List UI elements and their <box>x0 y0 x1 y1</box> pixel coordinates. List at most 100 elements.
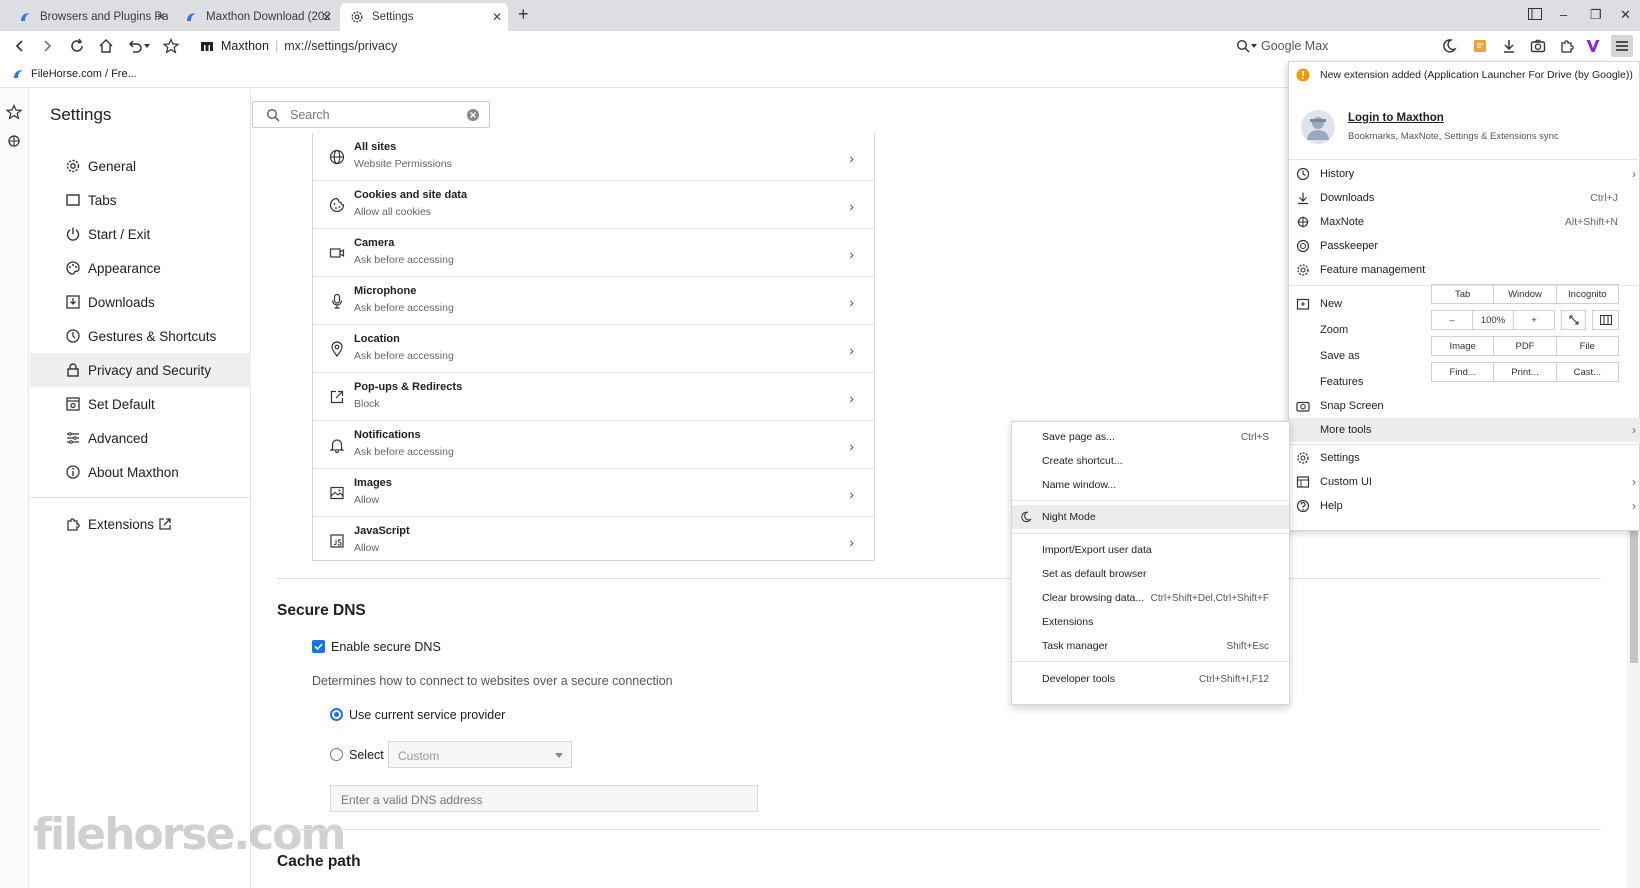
new-tab-option[interactable]: Tab <box>1432 285 1495 303</box>
zoom-out-button[interactable]: – <box>1432 311 1473 329</box>
tab-list-icon[interactable] <box>1528 8 1542 20</box>
extensions-button[interactable] <box>1558 37 1576 55</box>
find-option[interactable]: Find... <box>1432 363 1495 381</box>
menu-item-more-tools[interactable]: More tools › <box>1289 418 1640 442</box>
zoom-in-button[interactable]: + <box>1514 311 1554 329</box>
tab-close-icon[interactable]: ✕ <box>156 10 166 24</box>
gear-icon <box>1297 452 1309 464</box>
popup-icon <box>330 390 344 404</box>
submenu-item-create-shortcut[interactable]: Create shortcut... <box>1012 449 1289 473</box>
nav-item-extensions[interactable]: Extensions <box>30 507 251 541</box>
tab-browsers-plugins[interactable]: Browsers and Plugins Pa ✕ <box>8 3 172 31</box>
submenu-item-name-window[interactable]: Name window... <box>1012 473 1289 497</box>
menu-item-snap-screen[interactable]: Snap Screen <box>1289 394 1640 418</box>
submenu-item-night-mode[interactable]: Night Mode <box>1012 505 1289 529</box>
permission-row-microphone[interactable]: Microphone Ask before accessing › <box>313 277 874 325</box>
save-as-image-option[interactable]: Image <box>1432 337 1495 355</box>
radio-current-provider[interactable] <box>330 708 343 721</box>
search-engine-box[interactable]: Google Max <box>1232 34 1432 58</box>
print-option[interactable]: Print... <box>1494 363 1557 381</box>
submenu-item-task-manager[interactable]: Task manager Shift+Esc <box>1012 634 1289 658</box>
menu-item-help[interactable]: Help › <box>1289 494 1640 518</box>
split-view-button[interactable] <box>1592 310 1619 330</box>
minimize-button[interactable]: – <box>1560 7 1567 22</box>
downloads-button[interactable] <box>1500 37 1518 55</box>
permission-row-all-sites[interactable]: All sites Website Permissions › <box>313 133 874 181</box>
favorites-sidebar-icon[interactable] <box>6 104 22 120</box>
enable-secure-dns-checkbox[interactable] <box>312 640 325 653</box>
nav-item-about[interactable]: About Maxthon <box>30 455 251 489</box>
submenu-item-extensions[interactable]: Extensions <box>1012 610 1289 634</box>
maxnote-button[interactable] <box>1471 37 1489 55</box>
undo-dropdown[interactable] <box>142 37 152 55</box>
tab-close-icon[interactable]: ✕ <box>492 10 502 24</box>
back-button[interactable] <box>11 37 29 55</box>
permission-row-cookies[interactable]: Cookies and site data Allow all cookies › <box>313 181 874 229</box>
scrollbar-thumb[interactable] <box>1630 531 1638 663</box>
settings-search-box[interactable]: Search <box>252 101 490 128</box>
fullscreen-button[interactable] <box>1561 310 1586 330</box>
menu-item-custom-ui[interactable]: Custom UI › <box>1289 470 1640 494</box>
snap-screen-button[interactable] <box>1529 37 1547 55</box>
scrollbar[interactable] <box>1627 531 1640 888</box>
clear-search-icon[interactable] <box>467 109 479 121</box>
permission-row-notifications[interactable]: Notifications Ask before accessing › <box>313 421 874 469</box>
avatar[interactable] <box>1301 110 1335 144</box>
login-link[interactable]: Login to Maxthon <box>1348 112 1444 124</box>
reload-button[interactable] <box>68 37 86 55</box>
menu-item-history[interactable]: History › <box>1289 162 1640 186</box>
submenu-item-set-default[interactable]: Set as default browser <box>1012 562 1289 586</box>
close-window-button[interactable]: ✕ <box>1620 7 1631 23</box>
nav-item-downloads[interactable]: Downloads <box>30 285 251 319</box>
dns-address-input[interactable]: Enter a valid DNS address <box>330 785 758 812</box>
address-bar[interactable]: Maxthon | mx://settings/privacy <box>192 34 1222 58</box>
nav-item-start-exit[interactable]: Start / Exit <box>30 217 251 251</box>
submenu-item-developer-tools[interactable]: Developer tools Ctrl+Shift+I,F12 <box>1012 667 1289 691</box>
restore-button[interactable]: ❐ <box>1590 7 1602 23</box>
permission-row-camera[interactable]: Camera Ask before accessing › <box>313 229 874 277</box>
cast-option[interactable]: Cast... <box>1557 363 1618 381</box>
permission-title: Location <box>354 333 400 345</box>
radio-select-provider[interactable] <box>330 748 343 761</box>
menu-item-passkeeper[interactable]: Passkeeper <box>1289 234 1640 258</box>
maxthon-v-button[interactable] <box>1584 37 1602 55</box>
new-incognito-option[interactable]: Incognito <box>1557 285 1618 303</box>
night-mode-button[interactable] <box>1442 37 1460 55</box>
save-as-pdf-option[interactable]: PDF <box>1494 337 1557 355</box>
tab-maxthon-download[interactable]: Maxthon Download (202 ✕ <box>174 3 338 31</box>
home-button[interactable] <box>97 37 115 55</box>
menu-item-settings[interactable]: Settings <box>1289 446 1640 470</box>
nav-item-tabs[interactable]: Tabs <box>30 183 251 217</box>
submenu-item-clear-browsing-data[interactable]: Clear browsing data... Ctrl+Shift+Del,Ctr… <box>1012 586 1289 610</box>
main-menu-button[interactable] <box>1611 35 1633 57</box>
nav-item-set-default[interactable]: Set Default <box>30 387 251 421</box>
submenu-item-import-export[interactable]: Import/Export user data <box>1012 538 1289 562</box>
nav-item-general[interactable]: General <box>30 149 251 183</box>
nav-item-privacy-security[interactable]: Privacy and Security <box>30 353 251 387</box>
tab-close-icon[interactable]: ✕ <box>322 10 332 24</box>
permission-row-javascript[interactable]: JavaScript Allow › <box>313 517 874 565</box>
dns-provider-select[interactable]: Custom <box>388 741 572 768</box>
extension-notice[interactable]: New extension added (Application Launche… <box>1289 63 1640 87</box>
favorites-button[interactable] <box>162 37 180 55</box>
permission-row-images[interactable]: Images Allow › <box>313 469 874 517</box>
save-as-file-option[interactable]: File <box>1557 337 1618 355</box>
nav-item-appearance[interactable]: Appearance <box>30 251 251 285</box>
new-tab-button[interactable]: + <box>518 4 529 25</box>
maxnote-sidebar-icon[interactable] <box>6 133 22 149</box>
menu-item-downloads[interactable]: Downloads Ctrl+J <box>1289 186 1640 210</box>
menu-label: Settings <box>1320 452 1360 464</box>
submenu-item-save-page[interactable]: Save page as... Ctrl+S <box>1012 425 1289 449</box>
permission-row-popups[interactable]: Pop-ups & Redirects Block › <box>313 373 874 421</box>
menu-item-maxnote[interactable]: MaxNote Alt+Shift+N <box>1289 210 1640 234</box>
new-window-option[interactable]: Window <box>1494 285 1557 303</box>
permission-title: Images <box>354 477 392 489</box>
permission-row-location[interactable]: Location Ask before accessing › <box>313 325 874 373</box>
forward-button[interactable] <box>38 37 56 55</box>
nav-item-advanced[interactable]: Advanced <box>30 421 251 455</box>
address-url[interactable]: mx://settings/privacy <box>284 39 397 53</box>
nav-item-gestures-shortcuts[interactable]: Gestures & Shortcuts <box>30 319 251 353</box>
tab-settings[interactable]: Settings ✕ <box>340 3 508 31</box>
bookmark-item[interactable]: FileHorse.com / Fre... <box>11 67 137 81</box>
menu-item-feature-management[interactable]: Feature management <box>1289 258 1640 282</box>
